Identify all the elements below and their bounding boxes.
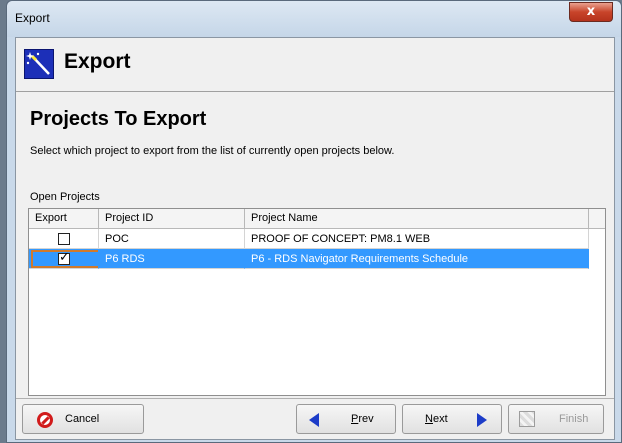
finish-button[interactable]: Finish [508,404,604,434]
export-cell: ✓ [29,249,99,269]
instruction-text: Select which project to export from the … [30,145,395,157]
close-button[interactable]: x [569,2,613,22]
arrow-left-icon [309,413,319,427]
export-cell [29,229,99,249]
prev-button-label: Prev [351,413,374,425]
magic-wand-icon [24,49,54,79]
export-checkbox-checked[interactable]: ✓ [58,250,70,265]
cancel-button-label: Cancel [65,413,100,425]
wizard-header: Export [16,38,614,92]
column-header-project-id[interactable]: Project ID [99,209,245,229]
cancel-icon [37,412,53,428]
export-checkbox[interactable] [58,233,70,245]
header-title: Export [64,50,131,73]
project-id-cell: P6 RDS [99,249,245,269]
window-title: Export [15,11,50,25]
finish-button-label: Finish [559,413,589,425]
table-row[interactable]: POC PROOF OF CONCEPT: PM8.1 WEB [29,229,605,249]
projects-grid[interactable]: Export Project ID Project Name POC PROOF… [28,208,606,396]
footer-divider [16,398,614,399]
export-dialog: Export x Export Projects To Export Selec… [6,0,622,443]
prev-button[interactable]: Prev [296,404,396,434]
next-button[interactable]: Next [402,404,502,434]
column-header-project-name[interactable]: Project Name [245,209,589,229]
grid-header: Export Project ID Project Name [29,209,605,229]
next-button-label: Next [425,413,448,425]
cancel-button[interactable]: Cancel [22,404,144,434]
title-bar[interactable]: Export x [7,1,621,37]
project-name-cell: PROOF OF CONCEPT: PM8.1 WEB [245,229,589,249]
project-name-cell: P6 - RDS Navigator Requirements Schedule [245,249,589,269]
arrow-right-icon [477,413,487,427]
checkered-flag-icon [519,411,535,427]
dialog-body: Export Projects To Export Select which p… [15,37,615,440]
open-projects-label: Open Projects [30,191,100,203]
table-row-selected[interactable]: ✓ P6 RDS P6 - RDS Navigator Requirements… [29,249,605,269]
section-title: Projects To Export [30,108,207,130]
column-header-export[interactable]: Export [29,209,99,229]
check-mark-icon: ✓ [59,250,70,265]
project-id-cell: POC [99,229,245,249]
